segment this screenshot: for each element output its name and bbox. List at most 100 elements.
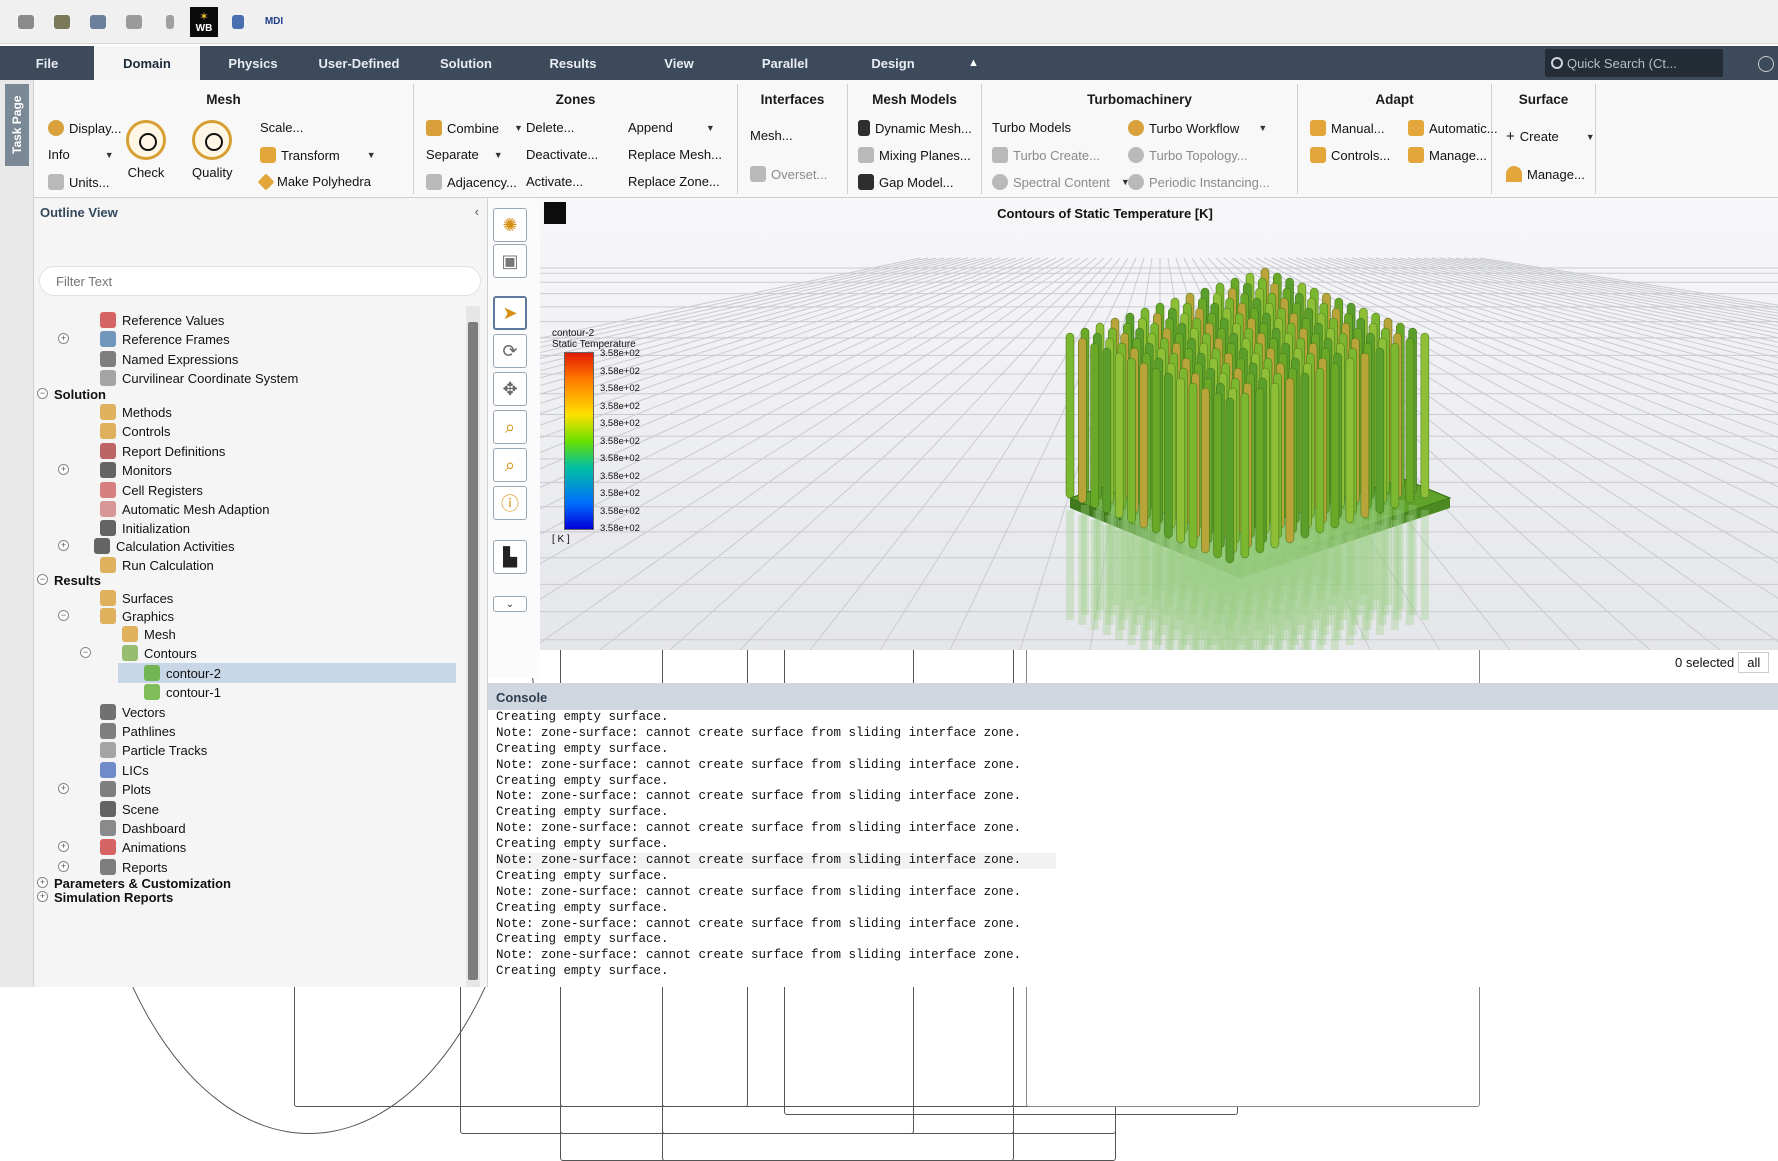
- tree-node-pathlines[interactable]: Pathlines: [100, 721, 175, 741]
- tree-node-results[interactable]: Results: [54, 570, 101, 590]
- tree-node-calculation-activities[interactable]: Calculation Activities: [94, 536, 235, 556]
- console-panel[interactable]: Console Creating empty surface. Note: zon…: [488, 683, 1778, 987]
- adapt-manage-button[interactable]: Manage...: [1408, 147, 1487, 163]
- tree-node-lics[interactable]: LICs: [100, 760, 149, 780]
- view-cube-icon[interactable]: ▣: [493, 244, 527, 278]
- lightning-icon[interactable]: [154, 6, 186, 38]
- color-legend[interactable]: contour-2 Static Temperature 3.58e+02 3.5…: [552, 328, 662, 545]
- turbo-topology-button[interactable]: Turbo Topology...: [1128, 147, 1248, 163]
- tree-node-solution[interactable]: Solution: [54, 384, 106, 404]
- selection-filter-dropdown[interactable]: all: [1738, 652, 1770, 673]
- tab-parallel[interactable]: Parallel: [732, 46, 838, 80]
- turbo-create-button[interactable]: Turbo Create...: [992, 147, 1100, 163]
- mesh-transform-button[interactable]: Transform ▼: [260, 147, 376, 163]
- expand-icon[interactable]: +: [58, 841, 69, 852]
- interfaces-mesh-button[interactable]: Mesh...: [750, 128, 1238, 1115]
- tree-node-vectors[interactable]: Vectors: [100, 702, 165, 722]
- tree-node-monitors[interactable]: Monitors: [100, 460, 172, 480]
- adapt-controls-button[interactable]: Controls...: [1310, 147, 1390, 163]
- deactivate-zone-button[interactable]: Deactivate...: [526, 147, 1014, 1134]
- zoom-box-icon[interactable]: ⌕: [493, 410, 527, 444]
- expand-icon[interactable]: +: [58, 540, 69, 551]
- separate-button[interactable]: Separate ▼: [426, 147, 914, 1134]
- tab-domain[interactable]: Domain: [94, 46, 200, 80]
- spectral-content-button[interactable]: Spectral Content ▼: [992, 174, 1130, 190]
- collapse-icon[interactable]: −: [58, 610, 69, 621]
- append-button[interactable]: Append ▼: [628, 120, 1116, 1107]
- expand-icon[interactable]: +: [58, 464, 69, 475]
- ruler-icon[interactable]: ▙: [493, 540, 527, 574]
- collapse-icon[interactable]: −: [37, 388, 48, 399]
- dynamic-mesh-button[interactable]: Dynamic Mesh...: [858, 120, 972, 136]
- tree-node-mesh[interactable]: Mesh: [122, 624, 176, 644]
- tree-node-plots[interactable]: Plots: [100, 779, 151, 799]
- tree-node-dashboard[interactable]: Dashboard: [100, 818, 186, 838]
- tree-node-named-expressions[interactable]: Named Expressions: [100, 349, 238, 369]
- overset-button[interactable]: Overset...: [750, 166, 827, 182]
- mesh-quality-button[interactable]: Quality: [192, 120, 232, 180]
- expand-icon[interactable]: +: [37, 891, 48, 902]
- help-icon[interactable]: [1758, 56, 1774, 72]
- parameters-icon[interactable]: [222, 6, 254, 38]
- tree-node-scene[interactable]: Scene: [100, 799, 159, 819]
- reload-icon[interactable]: [118, 6, 150, 38]
- make-polyhedra-button[interactable]: Make Polyhedra: [257, 173, 371, 190]
- fit-view-icon[interactable]: ✺: [493, 208, 527, 242]
- surface-create-button[interactable]: + Create ▼: [1506, 128, 1595, 145]
- quick-search-input[interactable]: Quick Search (Ct...: [1545, 49, 1723, 77]
- tab-solution[interactable]: Solution: [412, 46, 520, 80]
- task-page-tab[interactable]: Task Page: [5, 84, 29, 166]
- adjacency-button[interactable]: Adjacency...: [426, 174, 517, 190]
- mesh-info-button[interactable]: Info ▼: [48, 147, 536, 1134]
- periodic-instancing-button[interactable]: Periodic Instancing...: [1128, 174, 1270, 190]
- ribbon-collapse-icon[interactable]: ▲: [968, 46, 979, 80]
- tree-node-curvilinear-coordinate-system[interactable]: Curvilinear Coordinate System: [100, 368, 298, 388]
- open-file-icon[interactable]: [46, 6, 78, 38]
- expand-icon[interactable]: +: [58, 333, 69, 344]
- collapse-icon[interactable]: −: [80, 647, 91, 658]
- save-file-icon[interactable]: [82, 6, 114, 38]
- tree-node-reference-values[interactable]: Reference Values: [100, 310, 224, 330]
- tree-node-methods[interactable]: Methods: [100, 402, 172, 422]
- filter-text-input[interactable]: [39, 266, 481, 296]
- rotate-icon[interactable]: ⟳: [493, 334, 527, 368]
- tree-node-contour-2[interactable]: contour-2: [118, 663, 456, 683]
- tree-node-contour-1[interactable]: contour-1: [144, 682, 221, 702]
- collapse-panel-icon[interactable]: ‹: [475, 204, 479, 219]
- tree-node-report-definitions[interactable]: Report Definitions: [100, 441, 225, 461]
- tree-node-animations[interactable]: Animations: [100, 837, 186, 857]
- tree-node-initialization[interactable]: Initialization: [100, 518, 190, 538]
- mesh-units-button[interactable]: Units...: [48, 174, 109, 190]
- mesh-scale-button[interactable]: Scale...: [260, 120, 748, 1107]
- more-tools-icon[interactable]: ⌄: [493, 596, 527, 612]
- mdi-button[interactable]: MDI: [258, 6, 290, 38]
- outline-scrollbar[interactable]: [466, 306, 480, 987]
- console-output[interactable]: Creating empty surface. Note: zone-surfac…: [488, 710, 1778, 980]
- tree-node-surfaces[interactable]: Surfaces: [100, 588, 173, 608]
- tree-node-reference-frames[interactable]: Reference Frames: [100, 329, 230, 349]
- expand-icon[interactable]: +: [37, 877, 48, 888]
- tree-node-cell-registers[interactable]: Cell Registers: [100, 480, 203, 500]
- tab-results[interactable]: Results: [520, 46, 626, 80]
- tree-node-contours[interactable]: Contours: [122, 643, 197, 663]
- tab-physics[interactable]: Physics: [200, 46, 306, 80]
- adapt-manual-button[interactable]: Manual...: [1310, 120, 1384, 136]
- select-pointer-icon[interactable]: ➤: [493, 296, 527, 330]
- turbo-workflow-button[interactable]: Turbo Workflow ▼: [1128, 120, 1267, 136]
- replace-mesh-button[interactable]: Replace Mesh...: [628, 147, 1116, 1134]
- mixing-planes-button[interactable]: Mixing Planes...: [858, 147, 971, 163]
- tree-node-run-calculation[interactable]: Run Calculation: [100, 555, 214, 575]
- expand-icon[interactable]: +: [58, 861, 69, 872]
- combine-button[interactable]: Combine ▼: [426, 120, 523, 136]
- probe-info-icon[interactable]: ⓘ: [493, 486, 527, 520]
- adapt-automatic-button[interactable]: Automatic...: [1408, 120, 1498, 136]
- new-case-icon[interactable]: [10, 6, 42, 38]
- tab-user-defined[interactable]: User-Defined: [306, 46, 412, 80]
- tab-file[interactable]: File: [0, 46, 94, 80]
- tree-node-controls[interactable]: Controls: [100, 421, 170, 441]
- pan-icon[interactable]: ✥: [493, 372, 527, 406]
- tree-node-simulation-reports[interactable]: Simulation Reports: [54, 887, 173, 907]
- scrollbar-thumb[interactable]: [468, 322, 478, 980]
- tab-design[interactable]: Design: [838, 46, 948, 80]
- delete-zone-button[interactable]: Delete...: [526, 120, 1014, 1107]
